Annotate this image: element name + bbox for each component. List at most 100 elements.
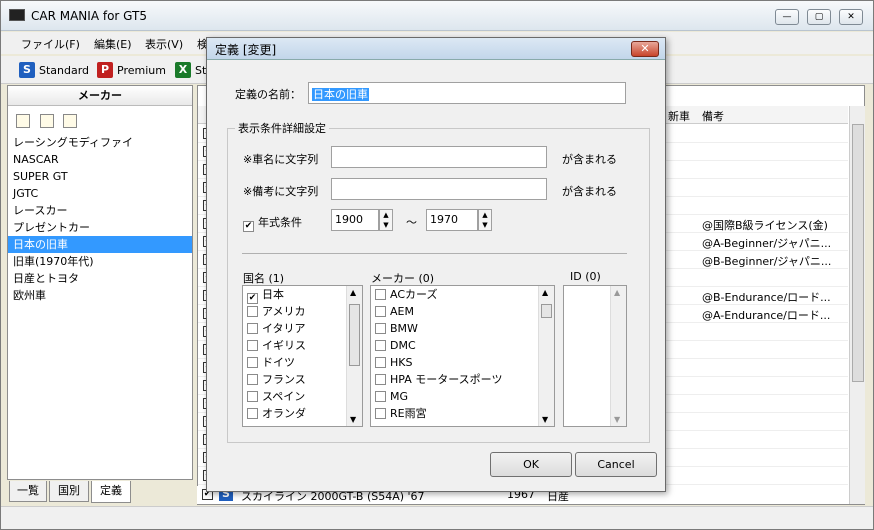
maker-item[interactable]: プレゼントカー bbox=[8, 219, 192, 236]
id-list: ▲ ▼ bbox=[563, 285, 627, 427]
country-item[interactable]: イタリア bbox=[243, 320, 362, 337]
country-scrollbar[interactable]: ▲ ▼ bbox=[346, 286, 362, 426]
checkbox[interactable] bbox=[375, 408, 386, 419]
maker-item[interactable]: 日産とトヨタ bbox=[8, 270, 192, 287]
menu-file[interactable]: ファイル(F) bbox=[21, 36, 80, 52]
country-item[interactable]: スペイン bbox=[243, 388, 362, 405]
country-label: イタリア bbox=[262, 322, 306, 335]
tab-definition[interactable]: 定義 bbox=[91, 481, 131, 503]
maker-check-item[interactable]: AEM bbox=[371, 303, 554, 320]
year-condition[interactable]: ✔ 年式条件 bbox=[243, 214, 302, 232]
maker-item[interactable]: レースカー bbox=[8, 202, 192, 219]
dialog-title-bar: 定義 [変更] ✕ bbox=[207, 38, 665, 60]
note-label: ※備考に文字列 bbox=[243, 185, 319, 198]
definition-dialog: 定義 [変更] ✕ 定義の名前： 日本の旧車 表示条件詳細設定 ※車名に文字列 … bbox=[206, 37, 666, 492]
year-from-input[interactable]: 1900 bbox=[331, 209, 379, 231]
maker-check-item[interactable]: BMW bbox=[371, 320, 554, 337]
maker-item[interactable]: SUPER GT bbox=[8, 168, 192, 185]
spin-up-icon[interactable]: ▲ bbox=[479, 210, 491, 220]
car-name-input[interactable] bbox=[331, 146, 547, 168]
country-header: 国名 (1) bbox=[243, 272, 285, 285]
maximize-button[interactable]: ▢ bbox=[807, 9, 831, 25]
car-name-suffix: が含まれる bbox=[562, 153, 617, 166]
maker-check-item[interactable]: ACカーズ bbox=[371, 286, 554, 303]
country-item[interactable]: フランス bbox=[243, 371, 362, 388]
checkbox[interactable] bbox=[375, 391, 386, 402]
checkbox[interactable] bbox=[375, 374, 386, 385]
premium-button[interactable]: P Premium bbox=[97, 60, 166, 80]
country-item[interactable]: ✔ 日本 bbox=[243, 286, 362, 304]
checkbox[interactable] bbox=[375, 340, 386, 351]
maker-check-item[interactable]: MG bbox=[371, 388, 554, 405]
checkbox[interactable] bbox=[247, 408, 258, 419]
maker-item[interactable]: レーシングモディファイ bbox=[8, 134, 192, 151]
scroll-thumb[interactable] bbox=[541, 304, 552, 318]
country-item[interactable]: イギリス bbox=[243, 337, 362, 354]
col-new-car[interactable]: 新車 bbox=[668, 108, 690, 124]
year-to-spinner[interactable]: ▲ ▼ bbox=[478, 209, 492, 231]
note-input[interactable] bbox=[331, 178, 547, 200]
year-to-input[interactable]: 1970 bbox=[426, 209, 478, 231]
checkbox[interactable] bbox=[247, 306, 258, 317]
checkbox[interactable] bbox=[247, 323, 258, 334]
maker-label: HKS bbox=[390, 356, 413, 369]
id-scrollbar[interactable]: ▲ ▼ bbox=[610, 286, 626, 426]
col-note[interactable]: 備考 bbox=[702, 108, 724, 124]
name-field[interactable]: 日本の旧車 bbox=[308, 82, 626, 104]
new-definition-icon[interactable] bbox=[16, 114, 30, 128]
scroll-thumb[interactable] bbox=[349, 304, 360, 366]
checkbox[interactable] bbox=[375, 323, 386, 334]
menu-edit[interactable]: 編集(E) bbox=[94, 36, 132, 52]
note-suffix: が含まれる bbox=[562, 185, 617, 198]
dialog-close-icon[interactable]: ✕ bbox=[631, 41, 659, 57]
spin-up-icon[interactable]: ▲ bbox=[380, 210, 392, 220]
premium-label: Premium bbox=[117, 63, 166, 77]
minimize-button[interactable]: — bbox=[775, 9, 799, 25]
tab-country[interactable]: 国別 bbox=[49, 481, 89, 502]
maker-check-item[interactable]: RE雨宮 bbox=[371, 405, 554, 422]
country-label: オランダ bbox=[262, 407, 306, 420]
checkbox[interactable] bbox=[247, 391, 258, 402]
country-item[interactable]: ドイツ bbox=[243, 354, 362, 371]
row-note: @A-Beginner/ジャパニ... bbox=[702, 237, 832, 250]
checkbox[interactable] bbox=[375, 306, 386, 317]
standard-button[interactable]: S Standard bbox=[19, 60, 89, 80]
maker-item[interactable]: 日本の旧車 bbox=[8, 236, 192, 253]
edit-definition-icon[interactable] bbox=[39, 114, 54, 128]
divider bbox=[242, 253, 627, 254]
maker-check-item[interactable]: HKS bbox=[371, 354, 554, 371]
ok-button[interactable]: OK bbox=[490, 452, 572, 477]
country-item[interactable]: オランダ bbox=[243, 405, 362, 422]
extra-button[interactable]: X St bbox=[175, 60, 206, 80]
checkbox[interactable] bbox=[247, 374, 258, 385]
delete-definition-icon[interactable] bbox=[63, 114, 77, 128]
maker-item[interactable]: 旧車(1970年代) bbox=[8, 253, 192, 270]
checkbox[interactable] bbox=[247, 340, 258, 351]
checkbox[interactable] bbox=[375, 357, 386, 368]
maker-item[interactable]: 欧州車 bbox=[8, 287, 192, 304]
maker-check-item[interactable]: HPA モータースポーツ bbox=[371, 371, 554, 388]
maker-check-item[interactable]: DMC bbox=[371, 337, 554, 354]
maker-label: ACカーズ bbox=[390, 288, 438, 301]
year-from-spinner[interactable]: ▲ ▼ bbox=[379, 209, 393, 231]
maker-label: AEM bbox=[390, 305, 414, 318]
menu-view[interactable]: 表示(V) bbox=[145, 36, 183, 52]
name-value: 日本の旧車 bbox=[312, 88, 369, 101]
cancel-button[interactable]: Cancel bbox=[575, 452, 657, 477]
maker-item[interactable]: NASCAR bbox=[8, 151, 192, 168]
checkbox[interactable] bbox=[247, 357, 258, 368]
checkbox[interactable] bbox=[375, 289, 386, 300]
tab-list[interactable]: 一覧 bbox=[9, 481, 47, 502]
year-checkbox[interactable]: ✔ bbox=[243, 221, 254, 232]
maker-item[interactable]: JGTC bbox=[8, 185, 192, 202]
grid-scrollbar[interactable] bbox=[849, 106, 865, 504]
country-item[interactable]: アメリカ bbox=[243, 303, 362, 320]
spin-down-icon[interactable]: ▼ bbox=[380, 220, 392, 230]
maker-scrollbar[interactable]: ▲ ▼ bbox=[538, 286, 554, 426]
spin-down-icon[interactable]: ▼ bbox=[479, 220, 491, 230]
scroll-thumb[interactable] bbox=[852, 124, 864, 382]
premium-icon: P bbox=[97, 62, 113, 78]
close-button[interactable]: ✕ bbox=[839, 9, 863, 25]
maker-check-list: ACカーズ AEM BMW DMC HKS HPA モータースポーツ MG RE雨宮 ▲ ▼ bbox=[370, 285, 555, 427]
row-note: @A-Endurance/ロード... bbox=[702, 309, 831, 322]
